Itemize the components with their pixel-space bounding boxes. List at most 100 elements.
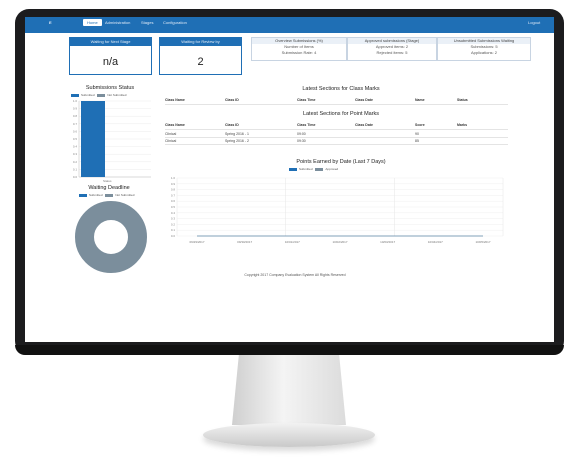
- bar-chart: 0.0 0.1 0.2 0.3 0.4 0.5 0.6 0.7 0.8 0.9 1.0: [73, 99, 151, 179]
- legend-swatch: [79, 193, 87, 197]
- table-row[interactable]: Clinical Spring 2016 - 1 09:00 90: [165, 130, 508, 138]
- table-header-cell[interactable]: Class Date: [355, 123, 373, 127]
- table-header-cell[interactable]: Name: [415, 98, 425, 102]
- stat-label: Waiting for Review by: [160, 38, 241, 46]
- table2: Class Name Class ID Class Time Class Date Sc…: [165, 123, 508, 145]
- nav-home[interactable]: Home: [83, 19, 102, 26]
- legend-label: Submitted: [89, 193, 103, 197]
- table-header-cell[interactable]: Class Time: [297, 98, 315, 102]
- brand-logo[interactable]: E: [49, 20, 52, 25]
- y-tick-label: 0.8: [73, 114, 78, 118]
- y-tick-label: 0.2: [171, 222, 176, 226]
- legend-swatch: [105, 193, 114, 197]
- footer-text: Copyright 2017 Company Evaluation System…: [244, 273, 346, 277]
- summary-line: Submission Rate: 4: [281, 50, 317, 55]
- monitor-base: [203, 423, 375, 447]
- stat-card-review: Waiting for Review by 2: [159, 37, 242, 75]
- y-tick-label: 1.0: [73, 99, 78, 103]
- table-cell: Clinical: [165, 132, 177, 136]
- bar-chart-title: Submissions Status: [85, 85, 135, 91]
- table-cell: 09:00: [297, 132, 306, 136]
- legend-swatch: [289, 167, 297, 171]
- table-header-cell[interactable]: Status: [457, 98, 468, 102]
- table1-title: Latest Sections for Class Marks: [302, 86, 380, 92]
- y-tick-label: 0.7: [171, 193, 176, 197]
- y-tick-label: 0.3: [171, 217, 176, 221]
- y-tick-label: 0.1: [73, 167, 78, 171]
- x-tick-label: 09/30/2017: [237, 240, 252, 244]
- y-tick-label: 1.0: [171, 176, 176, 180]
- y-tick-label: 0.4: [171, 211, 176, 215]
- monitor-chin: [15, 345, 564, 355]
- y-tick-label: 0.5: [171, 205, 176, 209]
- y-tick-label: 0.9: [171, 182, 176, 186]
- monitor-neck: [232, 355, 346, 425]
- table-cell: Spring 2016 - 2: [225, 139, 249, 143]
- stat-label: Waiting for Next Stage: [70, 38, 151, 46]
- y-tick-label: 0.6: [73, 129, 78, 133]
- table-header-cell[interactable]: Marks: [457, 123, 467, 127]
- stat-card-next-stage: Waiting for Next Stage n/a: [69, 37, 152, 75]
- legend-swatch: [315, 167, 324, 171]
- screen: E Home Administration Stages Configurati…: [25, 17, 554, 342]
- top-nav: E Home Administration Stages Configurati…: [25, 17, 554, 33]
- x-tick-label: 10/04/2017: [428, 240, 443, 244]
- x-tick-label: 10/01/2017: [285, 240, 300, 244]
- table-cell: 85: [415, 139, 419, 143]
- y-tick-label: 0.9: [73, 107, 78, 111]
- table-header-cell[interactable]: Class Date: [355, 98, 373, 102]
- line-chart-title: Points Earned by Date (Last 7 Days): [296, 159, 386, 165]
- donut-legend: Submitted Not Submitted: [77, 193, 177, 197]
- donut-slice: [75, 201, 147, 273]
- y-tick-label: 0.1: [171, 228, 176, 232]
- table-header-cell[interactable]: Class ID: [225, 98, 239, 102]
- line-chart-legend: Submitted Approved: [287, 167, 407, 171]
- table-header-cell[interactable]: Class Name: [165, 98, 185, 102]
- table-header-cell[interactable]: Class Name: [165, 123, 185, 127]
- table-cell: 90: [415, 132, 419, 136]
- summary-card-unsubmitted: Unsubmitted Submissions Waiting Submissi…: [437, 37, 531, 61]
- table-cell: Spring 2016 - 1: [225, 132, 249, 136]
- nav-configuration[interactable]: Configuration: [163, 20, 187, 25]
- y-tick-label: 0.2: [73, 160, 78, 164]
- table-header-cell[interactable]: Class Time: [297, 123, 315, 127]
- legend-label: Submitted: [299, 167, 313, 171]
- table-cell: 09:30: [297, 139, 306, 143]
- table2-title: Latest Sections for Point Marks: [302, 111, 380, 117]
- summary-card-approved: Approved submissions (Stage) Approved it…: [347, 37, 437, 61]
- legend-label: Approved: [325, 167, 339, 171]
- donut-title: Waiting Deadline: [88, 185, 130, 191]
- table1: Class Name Class ID Class Time Class Date Na…: [165, 98, 508, 105]
- x-tick-label: 09/29/2017: [189, 240, 204, 244]
- x-tick-label: 10/05/2017: [475, 240, 490, 244]
- summary-card-overview: Overview Submissions (%) Number of Items…: [251, 37, 347, 61]
- divider: [165, 104, 508, 105]
- bar: [81, 101, 105, 177]
- table-header-cell[interactable]: Score: [415, 123, 425, 127]
- y-tick-label: 0.8: [171, 188, 176, 192]
- bar-category-label: Status: [103, 179, 112, 183]
- stat-value: 2: [197, 56, 204, 68]
- y-tick-label: 0.4: [73, 145, 78, 149]
- nav-administration[interactable]: Administration: [105, 20, 130, 25]
- table-cell: Clinical: [165, 139, 177, 143]
- x-tick-label: 10/03/2017: [380, 240, 395, 244]
- donut-chart: [75, 201, 147, 273]
- table-row[interactable]: Clinical Spring 2016 - 2 09:30 85: [165, 137, 508, 145]
- summary-line: Applications: 2: [470, 50, 497, 55]
- legend-label: Not Submitted: [115, 193, 135, 197]
- y-tick-label: 0.0: [73, 175, 78, 179]
- y-tick-label: 0.7: [73, 122, 78, 126]
- summary-line: Rejected items: 5: [376, 50, 408, 55]
- y-tick-label: 0.5: [73, 137, 78, 141]
- line-chart: 0.0 0.1 0.20.3 0.4 0.5 0.6 0.70.8 0.9 1.0 09/29/2…: [171, 176, 504, 244]
- nav-stages[interactable]: Stages: [141, 20, 153, 25]
- y-tick-label: 0.0: [171, 234, 176, 238]
- nav-logout[interactable]: Logout: [528, 20, 540, 25]
- x-tick-label: 10/02/2017: [332, 240, 347, 244]
- y-tick-label: 0.3: [73, 152, 78, 156]
- divider: [165, 144, 508, 145]
- table-header-cell[interactable]: Class ID: [225, 123, 239, 127]
- y-tick-label: 0.6: [171, 199, 176, 203]
- table2-header-row: Class Name Class ID Class Time Class Date Sc…: [165, 123, 508, 129]
